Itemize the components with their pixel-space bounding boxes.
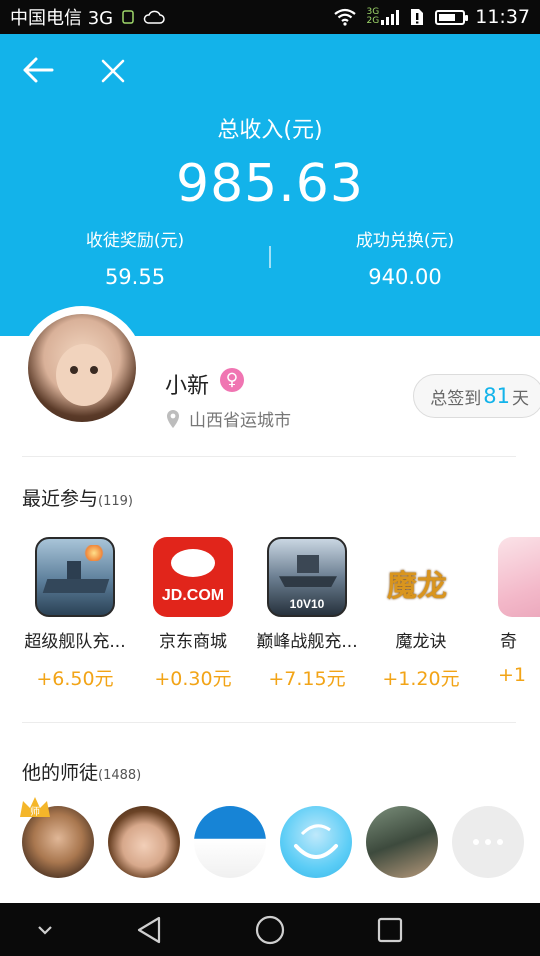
checkin-prefix: 总签到: [430, 388, 482, 409]
jd-icon: JD.COM: [153, 537, 233, 617]
recent-app-item[interactable]: 奇 +1: [478, 537, 540, 686]
total-income-label: 总收入(元): [217, 118, 323, 143]
carrier-label: 中国电信 3G: [10, 8, 114, 29]
wifi-icon: [333, 8, 356, 26]
disciples-section-title: 他的师徒(1488): [22, 758, 141, 785]
close-icon[interactable]: [100, 58, 126, 84]
redeemed-stat: 成功兑换(元) 940.00: [270, 226, 540, 289]
location-text: 山西省运城市: [189, 411, 291, 431]
disciple-reward-label: 收徒奖励(元): [85, 231, 185, 251]
status-bar: 中国电信 3G 3G 2G 11:37: [0, 0, 540, 34]
master-badge-text: 师: [30, 805, 40, 818]
recent-apps-list: 超级舰队充... +6.50元 JD.COM 京东商城 +0.30元 10V10…: [0, 537, 540, 687]
recent-app-item[interactable]: JD.COM 京东商城 +0.30元: [136, 537, 250, 687]
battleship-game-icon: 10V10: [267, 537, 347, 617]
dragon-game-icon: 魔龙: [381, 537, 461, 617]
divider: [22, 722, 516, 723]
redeemed-label: 成功兑换(元): [355, 231, 455, 251]
recent-app-item[interactable]: 10V10 巅峰战舰充... +7.15元: [250, 537, 364, 687]
recent-app-item[interactable]: 超级舰队充... +6.50元: [18, 537, 132, 687]
app-name: 超级舰队充...: [24, 632, 126, 652]
battleship-logo-text: 10V10: [289, 597, 325, 611]
app-name: 京东商城: [159, 632, 227, 652]
home-circle-icon[interactable]: [253, 913, 287, 947]
back-arrow-icon[interactable]: [22, 56, 54, 84]
earnings-header: 总收入(元) 985.63 收徒奖励(元) 59.55 成功兑换(元) 940.…: [0, 34, 540, 336]
sim-alert-icon: [411, 9, 424, 25]
disciple-avatar[interactable]: [108, 806, 180, 878]
disciple-reward-stat: 收徒奖励(元) 59.55: [0, 226, 270, 289]
recent-count: (119): [98, 494, 133, 509]
app-reward: +1.20元: [382, 668, 460, 687]
app-reward: +1: [498, 664, 527, 686]
cellular-signal: 3G 2G: [367, 8, 400, 26]
system-nav-bar: [0, 903, 540, 956]
disciples-list: [0, 806, 540, 882]
user-profile: 小新 ♀ 山西省运城市 总签到 81 天: [0, 306, 540, 456]
smile-avatar-icon: [294, 824, 338, 859]
checkin-days-badge[interactable]: 总签到 81 天: [413, 374, 540, 418]
app-reward: +0.30元: [154, 668, 232, 687]
recents-square-icon[interactable]: [373, 913, 407, 947]
signal-bars-icon: [381, 9, 400, 25]
warship-game-icon: [35, 537, 115, 617]
dragon-logo-text: 魔龙: [387, 569, 447, 604]
chevron-down-icon[interactable]: [28, 913, 62, 947]
avatar-image: [28, 314, 136, 422]
avatar[interactable]: [20, 306, 144, 430]
recent-title: 最近参与: [22, 488, 99, 510]
recent-app-item[interactable]: 魔龙 魔龙诀 +1.20元: [364, 537, 478, 687]
total-income-value: 985.63: [176, 154, 364, 214]
anime-game-icon: [498, 537, 540, 617]
cloud-icon: [143, 10, 165, 24]
more-dots-icon[interactable]: [452, 806, 524, 878]
disciple-avatar[interactable]: [280, 806, 352, 878]
location-pin-icon: [167, 409, 179, 428]
network-2g-label: 2G: [366, 16, 380, 26]
checkin-days: 81: [483, 384, 510, 408]
divider: [22, 456, 516, 457]
disciple-reward-value: 59.55: [104, 265, 166, 289]
app-name: 魔龙诀: [395, 632, 447, 652]
master-crown-icon: 师: [20, 797, 50, 818]
female-gender-icon: ♀: [220, 368, 244, 392]
disciples-title: 他的师徒: [22, 762, 99, 784]
clock: 11:37: [475, 6, 530, 28]
jd-logo-text: JD.COM: [161, 587, 225, 604]
disciple-avatar[interactable]: [366, 806, 438, 878]
app-reward: +7.15元: [268, 668, 346, 687]
app-reward: +6.50元: [36, 668, 114, 687]
app-name: 奇: [500, 632, 517, 652]
checkin-suffix: 天: [512, 388, 529, 409]
user-location: 山西省运城市: [165, 406, 291, 431]
sim-icon: [122, 10, 134, 24]
user-name: 小新: [165, 374, 210, 399]
disciples-count: (1488): [98, 768, 142, 783]
battery-icon: [435, 9, 469, 25]
disciple-avatar[interactable]: [194, 806, 266, 878]
recent-section-title: 最近参与(119): [22, 484, 133, 511]
redeemed-value: 940.00: [368, 265, 442, 289]
app-name: 巅峰战舰充...: [256, 632, 358, 652]
back-triangle-icon[interactable]: [133, 913, 167, 947]
